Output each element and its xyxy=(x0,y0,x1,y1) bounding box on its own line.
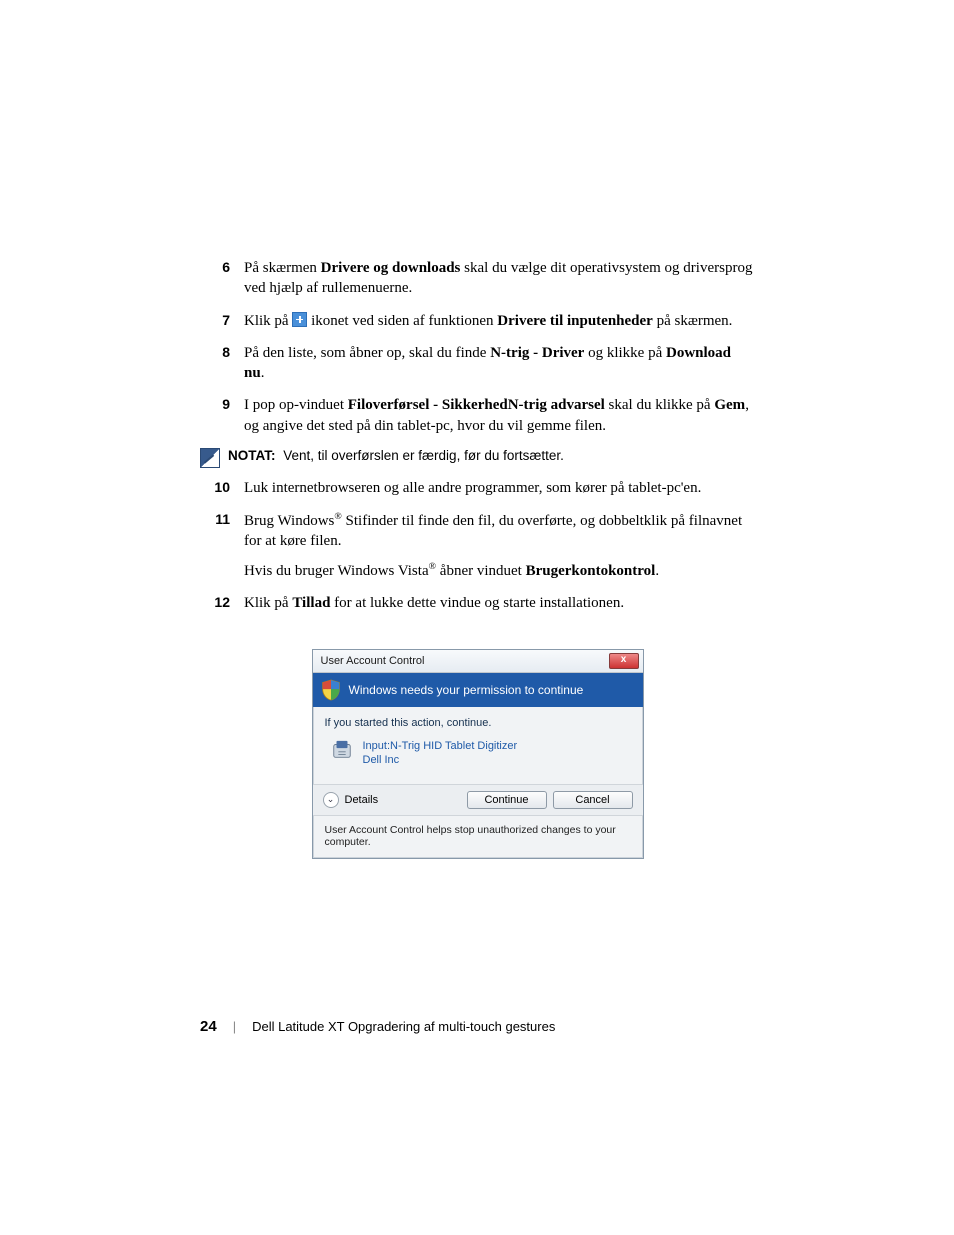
uac-button-row: ⌄ Details Continue Cancel xyxy=(313,784,643,816)
plus-icon xyxy=(292,312,307,327)
text-bold: Drivere til inputenheder xyxy=(497,313,653,329)
text: Klik på xyxy=(244,313,292,329)
text-bold: N-trig - Driver xyxy=(490,345,584,361)
note-icon xyxy=(200,448,220,468)
step-11: 11 Brug Windows® Stifinder til finde den… xyxy=(200,510,755,581)
details-button[interactable]: Details xyxy=(345,794,379,806)
text: på skærmen. xyxy=(653,313,733,329)
text-bold: Brugerkontokontrol xyxy=(526,563,656,579)
step-body: Brug Windows® Stifinder til finde den fi… xyxy=(244,510,755,581)
close-button[interactable]: x xyxy=(609,653,639,669)
step-8: 8 På den liste, som åbner op, skal du fi… xyxy=(200,343,755,384)
uac-app-row: Input:N-Trig HID Tablet Digitizer Dell I… xyxy=(325,737,631,778)
text: På skærmen xyxy=(244,260,321,276)
registered-mark: ® xyxy=(334,511,341,522)
footer-title: Dell Latitude XT Opgradering af multi-to… xyxy=(252,1019,555,1034)
step-6: 6 På skærmen Drivere og downloads skal d… xyxy=(200,258,755,299)
text: ikonet ved siden af funktionen xyxy=(307,313,497,329)
text: og klikke på xyxy=(584,345,666,361)
text-bold: Tillad xyxy=(292,595,330,611)
step-10: 10 Luk internetbrowseren og alle andre p… xyxy=(200,478,755,498)
text-bold: N-trig advarsel xyxy=(508,397,605,413)
text: . xyxy=(261,365,265,381)
text: Brug Windows xyxy=(244,513,334,529)
uac-footer-text: User Account Control helps stop unauthor… xyxy=(313,816,643,858)
text: På den liste, som åbner op, skal du find… xyxy=(244,345,490,361)
step-number: 9 xyxy=(200,395,244,436)
uac-banner: Windows needs your permission to continu… xyxy=(313,673,643,707)
uac-title: User Account Control xyxy=(321,655,425,667)
text-bold: Gem xyxy=(714,397,745,413)
text: for at lukke dette vindue og starte inst… xyxy=(330,595,624,611)
step-7: 7 Klik på ikonet ved siden af funktionen… xyxy=(200,311,755,331)
registered-mark: ® xyxy=(429,561,436,572)
page-content: 6 På skærmen Drivere og downloads skal d… xyxy=(200,258,755,859)
step-body: På den liste, som åbner op, skal du find… xyxy=(244,343,755,384)
step-number: 11 xyxy=(200,510,244,581)
uac-banner-text: Windows needs your permission to continu… xyxy=(349,683,584,697)
uac-app-text: Input:N-Trig HID Tablet Digitizer Dell I… xyxy=(363,739,518,768)
uac-app-line2: Dell Inc xyxy=(363,753,518,767)
step-body: Luk internetbrowseren og alle andre prog… xyxy=(244,478,755,498)
step-number: 8 xyxy=(200,343,244,384)
chevron-down-icon[interactable]: ⌄ xyxy=(323,792,339,808)
footer-separator: | xyxy=(233,1019,236,1034)
installer-icon xyxy=(331,739,353,761)
page-footer: 24 | Dell Latitude XT Opgradering af mul… xyxy=(200,1018,555,1035)
step-number: 7 xyxy=(200,311,244,331)
uac-subline: If you started this action, continue. xyxy=(325,717,631,729)
uac-app-line1: Input:N-Trig HID Tablet Digitizer xyxy=(363,739,518,753)
uac-body: If you started this action, continue. In… xyxy=(313,707,643,784)
text-bold: Filoverførsel - Sikkerhed xyxy=(348,397,508,413)
step-number: 10 xyxy=(200,478,244,498)
text: Klik på xyxy=(244,595,292,611)
text: . xyxy=(655,563,659,579)
step-body: Klik på Tillad for at lukke dette vindue… xyxy=(244,593,755,613)
step-body: I pop op-vinduet Filoverførsel - Sikkerh… xyxy=(244,395,755,436)
note-row: NOTAT: Vent, til overførslen er færdig, … xyxy=(200,448,755,468)
note-label: NOTAT: xyxy=(228,448,276,463)
text: Hvis du bruger Windows Vista xyxy=(244,563,429,579)
text: Vent, til overførslen er færdig, før du … xyxy=(280,448,564,463)
step-extra: Hvis du bruger Windows Vista® åbner vind… xyxy=(244,560,755,581)
step-body: Klik på ikonet ved siden af funktionen D… xyxy=(244,311,755,331)
uac-dialog: User Account Control x Windows needs you… xyxy=(312,649,644,859)
step-12: 12 Klik på Tillad for at lukke dette vin… xyxy=(200,593,755,613)
shield-icon xyxy=(321,679,341,701)
step-body: På skærmen Drivere og downloads skal du … xyxy=(244,258,755,299)
uac-titlebar: User Account Control x xyxy=(313,650,643,673)
continue-button[interactable]: Continue xyxy=(467,791,547,809)
text: I pop op-vinduet xyxy=(244,397,348,413)
text-bold: Drivere og downloads xyxy=(321,260,461,276)
step-number: 6 xyxy=(200,258,244,299)
step-9: 9 I pop op-vinduet Filoverførsel - Sikke… xyxy=(200,395,755,436)
cancel-button[interactable]: Cancel xyxy=(553,791,633,809)
step-number: 12 xyxy=(200,593,244,613)
note-text: NOTAT: Vent, til overførslen er færdig, … xyxy=(228,448,564,463)
text: åbner vinduet xyxy=(436,563,526,579)
page-number: 24 xyxy=(200,1018,217,1035)
text: skal du klikke på xyxy=(605,397,715,413)
